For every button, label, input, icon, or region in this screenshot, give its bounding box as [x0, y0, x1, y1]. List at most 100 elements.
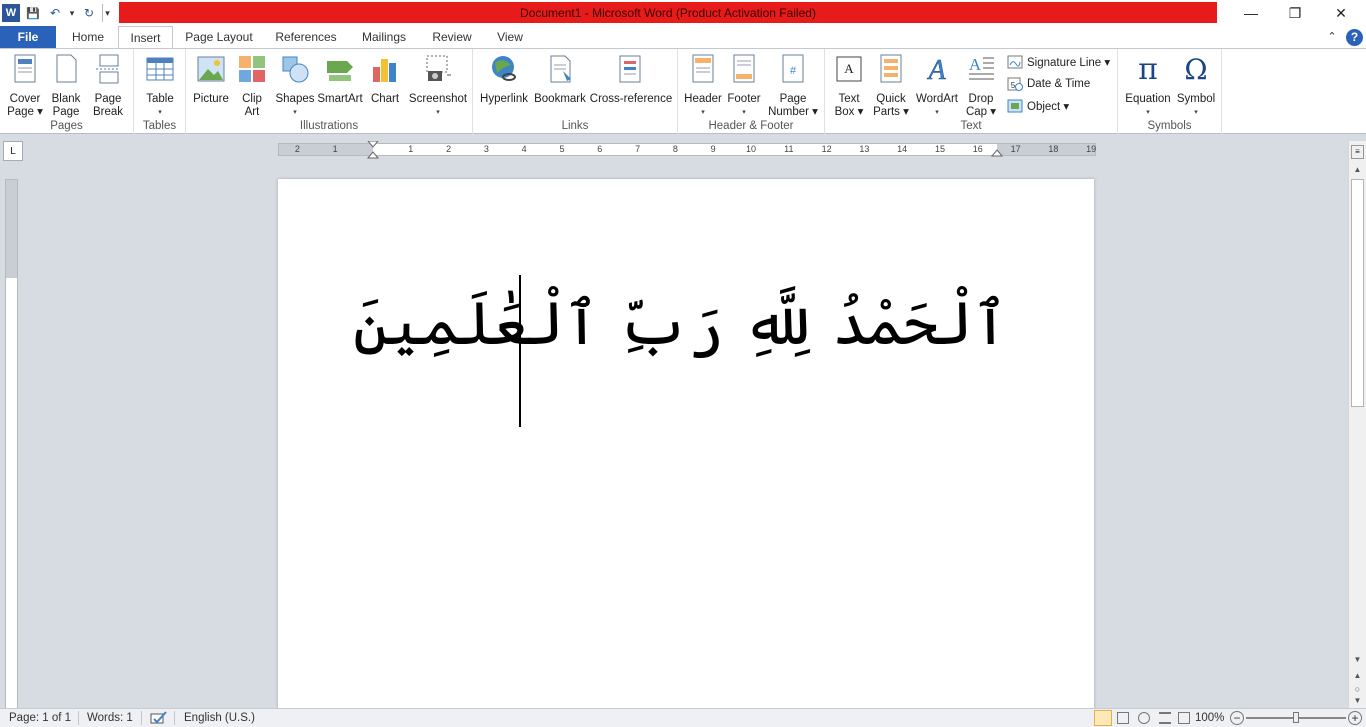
right-indent-marker-icon[interactable]	[991, 147, 1003, 157]
indent-marker-icon[interactable]	[367, 141, 379, 159]
clip-art-label-2: Art	[244, 106, 260, 118]
language-indicator[interactable]: English (U.S.)	[184, 709, 255, 727]
tab-view[interactable]: View	[488, 26, 532, 48]
group-text: A Text Box ▾ Quick Parts ▾ A WordArt ▾ A…	[825, 49, 1118, 134]
object-button[interactable]: Object ▾	[1007, 96, 1069, 116]
tab-review[interactable]: Review	[424, 26, 480, 48]
chart-button[interactable]: Chart	[366, 53, 404, 106]
page-number-button[interactable]: # Page Number ▾	[766, 53, 820, 119]
text-box-button[interactable]: A Text Box ▾	[829, 53, 869, 119]
word-app-icon[interactable]: W	[2, 4, 20, 22]
drop-cap-button[interactable]: A Drop Cap ▾	[961, 53, 1001, 119]
cover-page-button[interactable]: Cover Page ▾	[4, 53, 46, 119]
ruler-tick-label: 9	[710, 144, 716, 154]
blank-page-label-2: Page	[52, 106, 80, 118]
svg-text:5: 5	[1011, 81, 1016, 90]
vertical-scrollbar[interactable]: ≡ ▲ ▼ ▲ ○ ▼	[1348, 141, 1366, 708]
restore-button[interactable]: ❐	[1272, 0, 1318, 26]
picture-button[interactable]: Picture	[190, 53, 232, 106]
drop-cap-label-1: Drop	[968, 93, 994, 105]
ruler-tick-label: 16	[972, 144, 983, 154]
cross-reference-button[interactable]: Cross-reference	[589, 53, 673, 106]
scroll-down-icon[interactable]: ▼	[1349, 655, 1366, 667]
scroll-up-icon[interactable]: ▲	[1349, 165, 1366, 177]
tab-references[interactable]: References	[268, 26, 344, 48]
next-page-icon[interactable]: ▼	[1349, 696, 1366, 708]
ruler-toggle-icon[interactable]: ≡	[1351, 145, 1364, 159]
date-time-button[interactable]: 5 Date & Time	[1007, 74, 1090, 94]
svg-text:#: #	[790, 65, 797, 77]
hyperlink-button[interactable]: Hyperlink	[479, 53, 529, 106]
undo-dropdown-icon[interactable]: ▾	[68, 4, 76, 22]
signature-line-button[interactable]: Signature Line ▾	[1007, 52, 1110, 72]
tab-page-layout[interactable]: Page Layout	[180, 26, 258, 48]
header-icon	[692, 54, 714, 83]
window-title: Document1 - Microsoft Word (Product Acti…	[119, 2, 1217, 23]
equation-button[interactable]: π Equation ▾	[1122, 52, 1174, 119]
blank-page-button[interactable]: Blank Page	[46, 53, 86, 119]
draft-view-icon[interactable]	[1178, 712, 1190, 724]
tab-file[interactable]: File	[0, 26, 56, 48]
header-button[interactable]: Header ▾	[682, 53, 724, 119]
redo-icon[interactable]: ↻	[80, 4, 98, 22]
zoom-slider-knob[interactable]	[1293, 712, 1299, 723]
screenshot-icon	[426, 55, 451, 81]
shapes-button[interactable]: Shapes ▾	[274, 53, 316, 119]
quick-parts-button[interactable]: Quick Parts ▾	[871, 53, 911, 119]
previous-page-icon[interactable]: ▲	[1349, 671, 1366, 683]
table-button[interactable]: Table ▾	[140, 53, 180, 119]
tab-insert[interactable]: Insert	[118, 26, 173, 49]
ruler-tick-label: 2	[294, 144, 300, 154]
document-page[interactable]: ٱلْحَمْدُ لِلَّهِ رَبِّ ٱلْعَٰلَمِينَ	[278, 179, 1094, 709]
clip-art-button[interactable]: Clip Art	[232, 53, 272, 119]
tab-selector-button[interactable]: L	[3, 141, 23, 161]
collapse-ribbon-icon[interactable]: ⌃	[1324, 26, 1340, 48]
close-button[interactable]: ✕	[1318, 0, 1364, 26]
web-layout-view-icon[interactable]	[1138, 712, 1150, 724]
proofing-check-icon[interactable]	[150, 711, 168, 725]
screenshot-button[interactable]: Screenshot ▾	[406, 53, 470, 119]
ruler-tick-label: 17	[1010, 144, 1021, 154]
zoom-out-icon[interactable]: −	[1230, 711, 1244, 725]
quick-parts-label-1: Quick	[876, 93, 906, 105]
help-icon[interactable]: ?	[1346, 29, 1363, 46]
outline-view-icon[interactable]	[1159, 712, 1171, 724]
picture-label: Picture	[193, 93, 229, 105]
wordart-button[interactable]: A WordArt ▾	[913, 53, 961, 119]
page-break-button[interactable]: Page Break	[88, 53, 128, 119]
drop-cap-label-2: Cap ▾	[965, 106, 997, 118]
svg-text:A: A	[844, 61, 854, 76]
print-layout-view-icon[interactable]	[1094, 710, 1112, 726]
smartart-button[interactable]: SmartArt	[316, 53, 364, 106]
tab-home[interactable]: Home	[62, 26, 114, 48]
object-icon	[1007, 99, 1023, 113]
tab-mailings[interactable]: Mailings	[352, 26, 416, 48]
ruler-tick-label: 1	[408, 144, 414, 154]
undo-icon[interactable]: ↶	[46, 4, 64, 22]
word-count[interactable]: Words: 1	[87, 709, 133, 727]
text-box-label-2: Box ▾	[834, 106, 864, 118]
page-count[interactable]: Page: 1 of 1	[9, 709, 71, 727]
ruler-tick-label: 2	[446, 144, 452, 154]
header-label: Header	[684, 93, 722, 105]
group-label-header-footer: Header & Footer	[708, 120, 794, 132]
ruler-tick-label: 3	[483, 144, 489, 154]
vertical-ruler[interactable]	[5, 179, 18, 709]
group-label-symbols: Symbols	[1147, 120, 1192, 132]
ruler-tick-label: 7	[635, 144, 641, 154]
horizontal-ruler[interactable]: 2 1 1 2 3 4 5 6 7 8 9 10 11 12 13 14 15 16 17 18 19	[278, 141, 1096, 159]
save-icon[interactable]: 💾	[24, 4, 42, 22]
zoom-in-icon[interactable]: +	[1348, 711, 1362, 725]
zoom-level[interactable]: 100%	[1195, 709, 1224, 727]
browse-object-icon[interactable]: ○	[1349, 684, 1366, 696]
full-screen-reading-view-icon[interactable]	[1117, 712, 1129, 724]
footer-button[interactable]: Footer ▾	[724, 53, 764, 119]
symbol-label: Symbol	[1176, 93, 1216, 105]
ruler-left-margin	[279, 144, 373, 155]
customize-qat-icon[interactable]: ▾	[102, 4, 112, 22]
document-text[interactable]: ٱلْحَمْدُ لِلَّهِ رَبِّ ٱلْعَٰلَمِينَ	[353, 279, 1008, 369]
scroll-thumb[interactable]	[1351, 179, 1364, 407]
symbol-button[interactable]: Ω Symbol ▾	[1174, 53, 1218, 119]
bookmark-button[interactable]: Bookmark	[533, 53, 587, 106]
minimize-button[interactable]: —	[1228, 0, 1274, 26]
